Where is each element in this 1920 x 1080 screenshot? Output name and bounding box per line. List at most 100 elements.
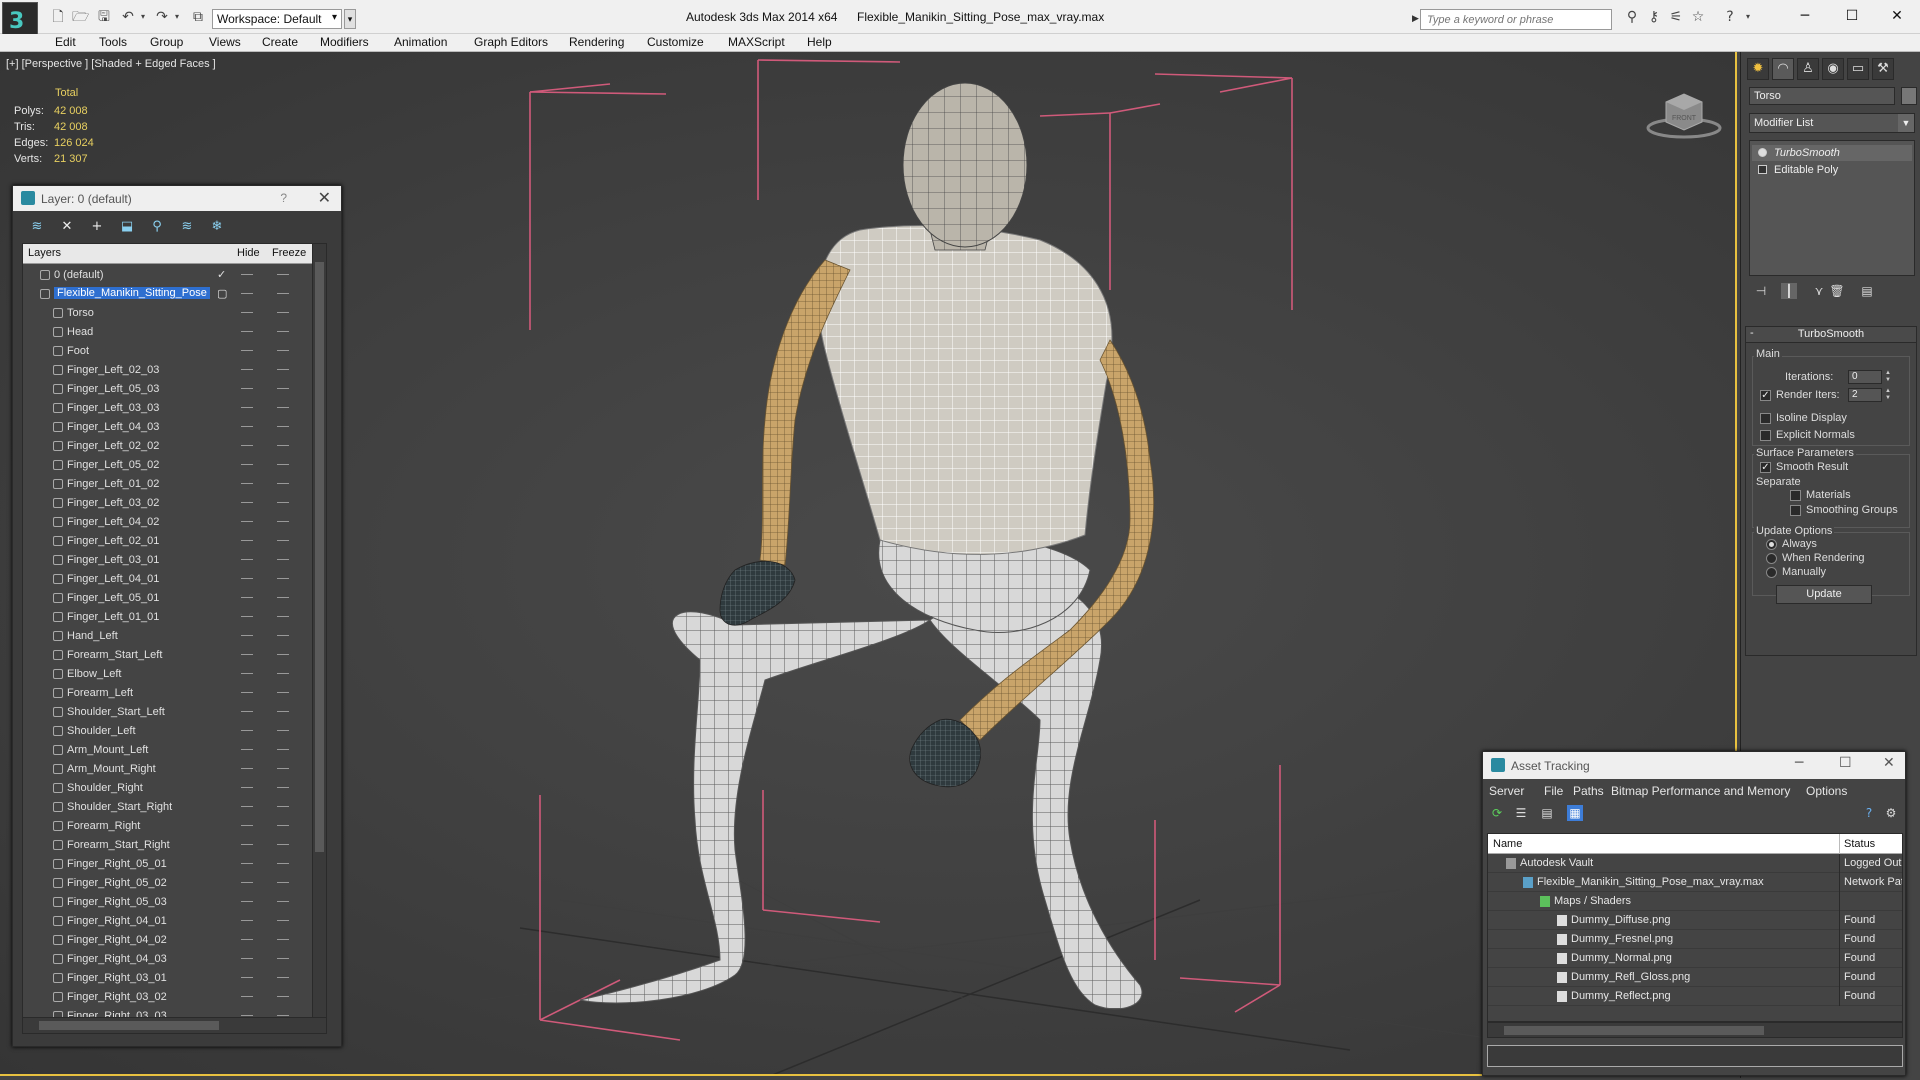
hide-toggle[interactable] <box>241 502 253 503</box>
when-rendering-radio[interactable] <box>1766 553 1777 564</box>
layer-row[interactable]: Finger_Left_01_01 <box>23 608 313 627</box>
menu-animation[interactable]: Animation <box>394 35 447 49</box>
layer-row[interactable]: Torso <box>23 304 313 323</box>
project-folder-icon[interactable]: ⧉ <box>190 9 206 25</box>
freeze-toggle[interactable] <box>277 293 289 294</box>
column-hide[interactable]: Hide <box>237 247 260 259</box>
freeze-toggle[interactable] <box>277 939 289 940</box>
redo-icon[interactable]: ↷ <box>154 9 170 25</box>
hide-toggle[interactable] <box>241 882 253 883</box>
lightbulb-icon[interactable] <box>1758 148 1767 157</box>
layer-row[interactable]: Finger_Right_05_03 <box>23 893 313 912</box>
hide-toggle[interactable] <box>241 464 253 465</box>
hide-toggle[interactable] <box>241 901 253 902</box>
delete-layer-icon[interactable]: ✕ <box>59 219 75 235</box>
modifier-list-dropdown[interactable]: Modifier List ▼ <box>1749 113 1915 133</box>
hide-toggle[interactable] <box>241 407 253 408</box>
freeze-toggle[interactable] <box>277 407 289 408</box>
settings-icon[interactable]: ⚙ <box>1883 805 1899 821</box>
freeze-toggle[interactable] <box>277 882 289 883</box>
freeze-toggle[interactable] <box>277 1015 289 1016</box>
freeze-toggle[interactable] <box>277 920 289 921</box>
help-dropdown-icon[interactable]: ▾ <box>1740 9 1756 25</box>
layer-row[interactable]: Finger_Right_03_02 <box>23 988 313 1007</box>
freeze-toggle[interactable] <box>277 654 289 655</box>
asset-menu-file[interactable]: File <box>1544 784 1563 798</box>
open-file-icon[interactable]: 🗁 <box>72 9 89 25</box>
help-icon[interactable]: ? <box>1861 805 1877 821</box>
hide-toggle[interactable] <box>241 654 253 655</box>
hide-toggle[interactable] <box>241 1015 253 1016</box>
layer-row[interactable]: Shoulder_Start_Left <box>23 703 313 722</box>
maximize-window-button[interactable]: ☐ <box>1838 6 1866 26</box>
layer-row[interactable]: Shoulder_Left <box>23 722 313 741</box>
asset-menu-options[interactable]: Options <box>1806 784 1847 798</box>
freeze-toggle[interactable] <box>277 312 289 313</box>
expand-icon[interactable] <box>1758 165 1767 174</box>
menu-edit[interactable]: Edit <box>55 35 76 49</box>
spinner-arrows-icon[interactable]: ▲ ▼ <box>1884 388 1892 402</box>
spinner-arrows-icon[interactable]: ▲ ▼ <box>1884 370 1892 384</box>
close-icon[interactable]: ✕ <box>318 188 331 207</box>
close-window-button[interactable]: ✕ <box>1883 6 1911 26</box>
hide-toggle[interactable] <box>241 768 253 769</box>
display-tab-icon[interactable]: ▭ <box>1847 58 1869 80</box>
layer-row[interactable]: Head <box>23 323 313 342</box>
layer-row[interactable]: Finger_Left_03_02 <box>23 494 313 513</box>
hide-toggle[interactable] <box>241 844 253 845</box>
hide-toggle[interactable] <box>241 711 253 712</box>
freeze-toggle[interactable] <box>277 787 289 788</box>
render-iters-spinner[interactable]: 2 <box>1848 388 1882 402</box>
menu-create[interactable]: Create <box>262 35 298 49</box>
hide-toggle[interactable] <box>241 388 253 389</box>
freeze-toggle[interactable] <box>277 825 289 826</box>
layer-row[interactable]: Finger_Left_02_02 <box>23 437 313 456</box>
column-freeze[interactable]: Freeze <box>272 247 306 259</box>
configure-modifier-sets-icon[interactable]: ▤ <box>1859 283 1875 299</box>
hide-toggle[interactable] <box>241 597 253 598</box>
asset-row[interactable]: Dummy_Diffuse.png Found <box>1488 911 1902 930</box>
object-color-swatch[interactable] <box>1901 87 1917 105</box>
freeze-toggle[interactable] <box>277 274 289 275</box>
freeze-toggle[interactable] <box>277 502 289 503</box>
hierarchy-tab-icon[interactable]: ♙ <box>1797 58 1819 80</box>
modify-tab-icon[interactable]: ◠ <box>1772 58 1794 80</box>
layer-row[interactable]: Finger_Left_04_03 <box>23 418 313 437</box>
hide-toggle[interactable] <box>241 673 253 674</box>
freeze-toggle[interactable] <box>277 806 289 807</box>
freeze-toggle[interactable] <box>277 388 289 389</box>
layer-row[interactable]: Finger_Left_05_01 <box>23 589 313 608</box>
menu-customize[interactable]: Customize <box>647 35 704 49</box>
freeze-toggle[interactable] <box>277 597 289 598</box>
layer-row[interactable]: Finger_Left_01_02 <box>23 475 313 494</box>
freeze-toggle[interactable] <box>277 673 289 674</box>
freeze-toggle[interactable] <box>277 350 289 351</box>
column-status[interactable]: Status <box>1844 838 1875 850</box>
layer-row[interactable]: Forearm_Start_Right <box>23 836 313 855</box>
table-view-icon[interactable]: ▤ <box>1539 805 1555 821</box>
layer-row[interactable]: Foot <box>23 342 313 361</box>
freeze-toggle[interactable] <box>277 521 289 522</box>
hide-toggle[interactable] <box>241 312 253 313</box>
show-end-result-icon[interactable]: ┃ <box>1781 283 1797 299</box>
create-tab-icon[interactable]: ✹ <box>1747 58 1769 80</box>
grid-view-icon[interactable]: ▦ <box>1567 805 1583 821</box>
hide-toggle[interactable] <box>241 692 253 693</box>
utilities-tab-icon[interactable]: ⚒ <box>1872 58 1894 80</box>
hide-toggle[interactable] <box>241 920 253 921</box>
layer-row[interactable]: Shoulder_Right <box>23 779 313 798</box>
layer-stack-icon[interactable]: ≋ <box>29 219 45 235</box>
layer-row[interactable]: Flexible_Manikin_Sitting_Pose ▢ <box>23 285 313 304</box>
stack-item-editable-poly[interactable]: Editable Poly <box>1752 162 1912 178</box>
freeze-toggle[interactable] <box>277 464 289 465</box>
layer-row[interactable]: Finger_Right_05_01 <box>23 855 313 874</box>
subscription-key-icon[interactable]: ⚷ <box>1646 9 1662 25</box>
isoline-display-checkbox[interactable] <box>1760 413 1771 424</box>
quick-access-dropdown-icon[interactable]: ▾ <box>344 9 356 29</box>
asset-menu-server[interactable]: Server <box>1489 784 1524 798</box>
redo-dropdown-icon[interactable]: ▾ <box>169 9 185 25</box>
freeze-all-layers-icon[interactable]: ❄ <box>209 219 225 235</box>
column-name[interactable]: Name <box>1493 838 1522 850</box>
always-radio[interactable] <box>1766 539 1777 550</box>
object-name-field[interactable]: Torso <box>1749 87 1895 105</box>
